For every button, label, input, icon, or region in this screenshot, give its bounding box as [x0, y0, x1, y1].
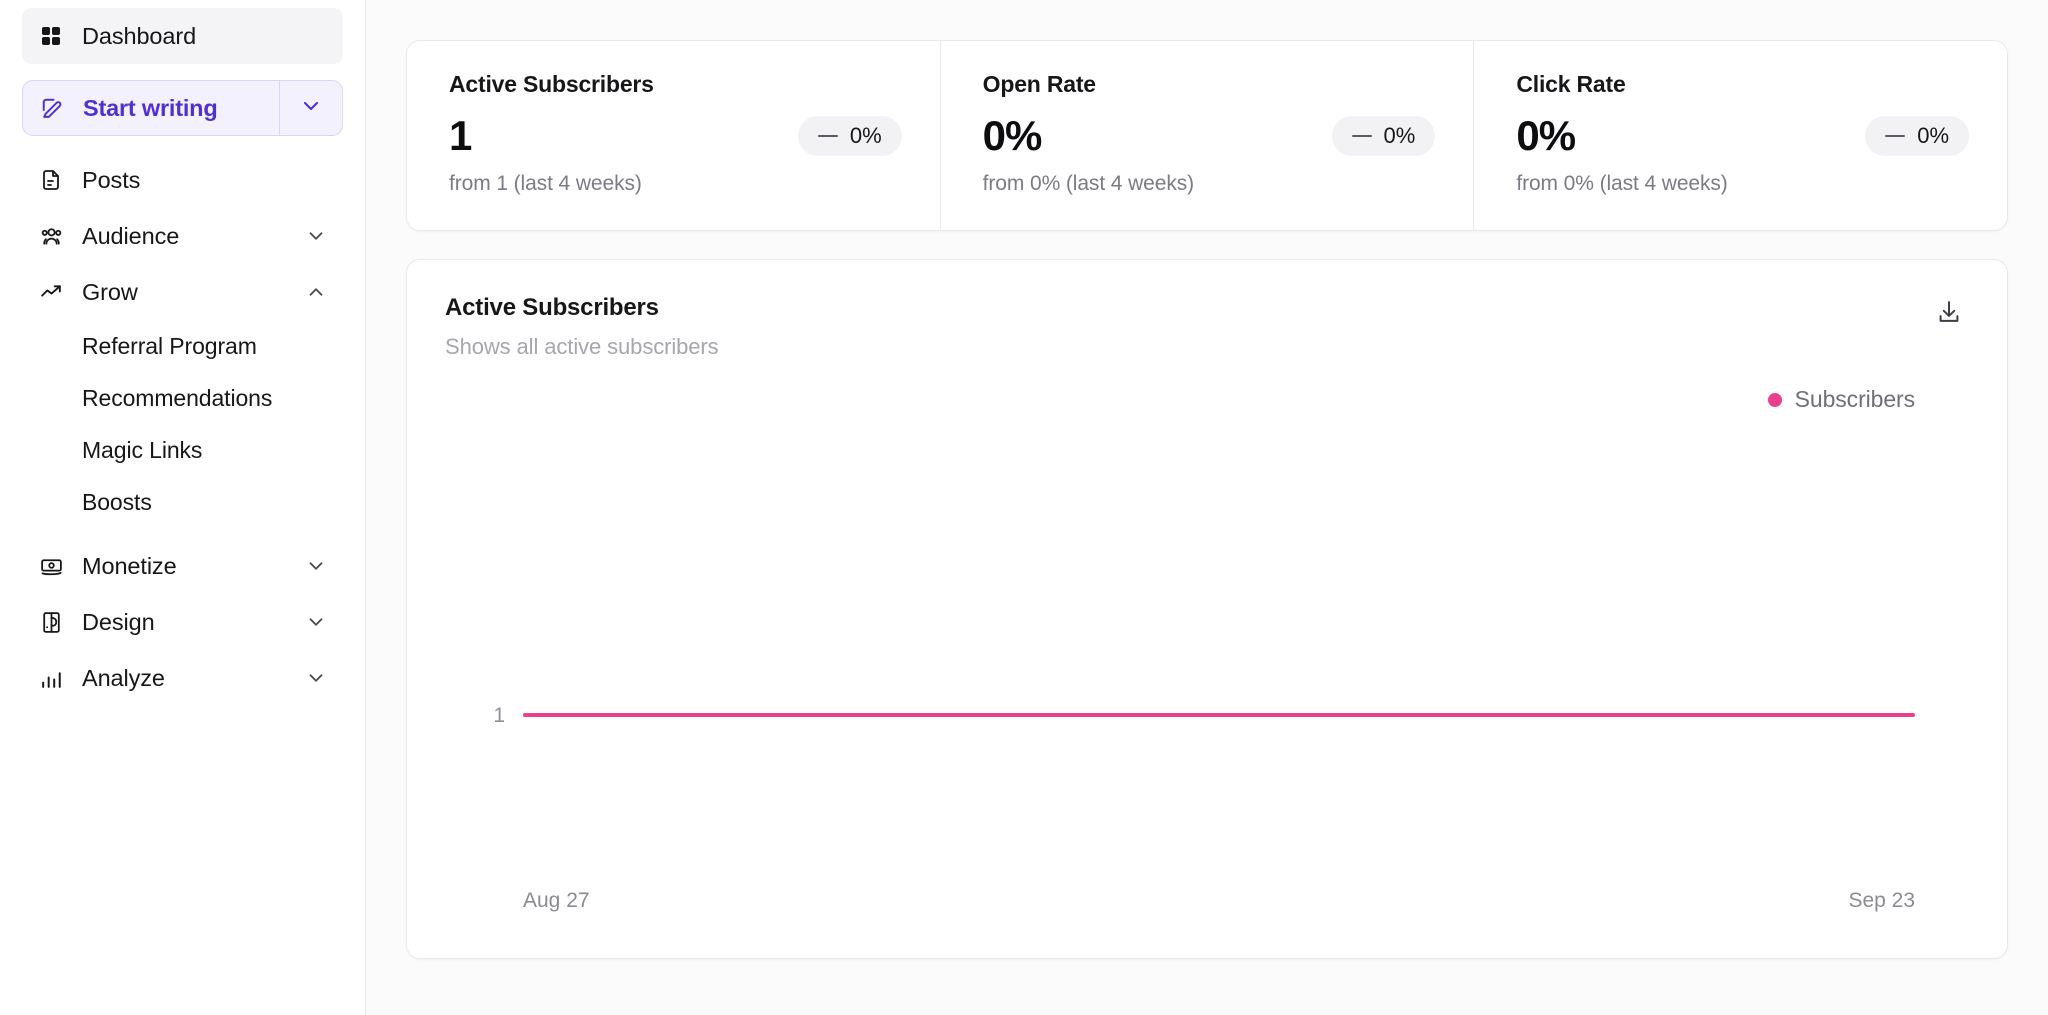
dashboard-app: Dashboard Start writing	[0, 0, 2048, 1015]
chevron-down-icon[interactable]	[305, 667, 327, 689]
stat-title: Click Rate	[1516, 71, 1969, 98]
start-writing-group: Start writing	[22, 80, 343, 136]
sidebar-item-label: Analyze	[82, 665, 165, 692]
chart-header-text: Active Subscribers Shows all active subs…	[445, 294, 719, 360]
sidebar-item-posts[interactable]: Posts	[22, 152, 343, 208]
stat-card-open-rate: Open Rate 0% 0% from 0% (last 4 weeks)	[940, 41, 1474, 230]
y-axis-tick-label: 1	[445, 704, 505, 728]
status-badge: 0%	[1332, 116, 1436, 156]
sidebar-item-dashboard[interactable]: Dashboard	[22, 8, 343, 64]
sidebar-subitem-label: Recommendations	[82, 385, 272, 412]
sidebar-divider-space	[22, 528, 343, 538]
stat-title: Active Subscribers	[449, 71, 902, 98]
stat-value-row: 0% 0%	[983, 114, 1436, 158]
stat-value: 0%	[983, 114, 1042, 158]
users-icon	[38, 223, 64, 249]
x-axis-tick-label-end: Sep 23	[1848, 889, 1915, 913]
status-badge-label: 0%	[850, 123, 882, 149]
chevron-down-icon[interactable]	[305, 555, 327, 577]
chevron-down-icon[interactable]	[305, 611, 327, 633]
sidebar-item-label: Audience	[82, 223, 179, 250]
flat-trend-icon	[1352, 135, 1372, 138]
chevron-up-icon[interactable]	[305, 281, 327, 303]
stat-value: 1	[449, 114, 471, 158]
stat-card-click-rate: Click Rate 0% 0% from 0% (last 4 weeks)	[1473, 41, 2007, 230]
start-writing-button[interactable]: Start writing	[23, 81, 279, 135]
flat-trend-icon	[818, 135, 838, 138]
flat-trend-icon	[1885, 135, 1905, 138]
legend-color-swatch	[1768, 393, 1782, 407]
sidebar-item-label: Posts	[82, 167, 140, 194]
sidebar-item-label: Design	[82, 609, 155, 636]
main-content: Active Subscribers 1 0% from 1 (last 4 w…	[366, 0, 2048, 1015]
stat-subtext: from 0% (last 4 weeks)	[983, 172, 1436, 196]
subscribers-series-line	[523, 713, 1915, 717]
download-button[interactable]	[1929, 294, 1969, 334]
start-writing-label: Start writing	[83, 95, 218, 122]
download-icon	[1935, 298, 1963, 331]
sidebar-subitem-label: Referral Program	[82, 333, 257, 360]
stat-card-active-subscribers: Active Subscribers 1 0% from 1 (last 4 w…	[407, 41, 940, 230]
stat-subtext: from 1 (last 4 weeks)	[449, 172, 902, 196]
x-axis-tick-label-start: Aug 27	[523, 889, 590, 913]
legend-label: Subscribers	[1795, 386, 1915, 413]
sidebar-item-label: Dashboard	[82, 23, 196, 50]
status-badge: 0%	[1865, 116, 1969, 156]
sidebar-item-grow[interactable]: Grow	[22, 264, 343, 320]
sidebar-item-audience[interactable]: Audience	[22, 208, 343, 264]
sidebar: Dashboard Start writing	[0, 0, 366, 1015]
grid-icon	[38, 23, 64, 49]
pencil-square-icon	[39, 95, 65, 121]
bar-chart-icon	[38, 665, 64, 691]
sidebar-subitem-referral-program[interactable]: Referral Program	[22, 320, 343, 372]
chart-title: Active Subscribers	[445, 294, 719, 322]
status-badge-label: 0%	[1917, 123, 1949, 149]
start-writing-dropdown-button[interactable]	[279, 81, 342, 135]
document-icon	[38, 167, 64, 193]
chevron-down-icon[interactable]	[305, 225, 327, 247]
chevron-down-icon	[299, 94, 323, 123]
chart-legend: Subscribers	[445, 386, 1969, 413]
sidebar-subitem-label: Magic Links	[82, 437, 202, 464]
sidebar-item-label: Monetize	[82, 553, 177, 580]
sidebar-subitem-label: Boosts	[82, 489, 152, 516]
sidebar-item-design[interactable]: Design	[22, 594, 343, 650]
x-axis: Aug 27 Sep 23	[523, 889, 1915, 913]
banknote-icon	[38, 553, 64, 579]
stat-title: Open Rate	[983, 71, 1436, 98]
stat-subtext: from 0% (last 4 weeks)	[1516, 172, 1969, 196]
sidebar-subitem-recommendations[interactable]: Recommendations	[22, 372, 343, 424]
chart-subtitle: Shows all active subscribers	[445, 334, 719, 360]
sidebar-item-analyze[interactable]: Analyze	[22, 650, 343, 706]
sidebar-item-monetize[interactable]: Monetize	[22, 538, 343, 594]
chart-header: Active Subscribers Shows all active subs…	[445, 294, 1969, 360]
stats-summary-card: Active Subscribers 1 0% from 1 (last 4 w…	[406, 40, 2008, 231]
sidebar-subitem-magic-links[interactable]: Magic Links	[22, 424, 343, 476]
stat-value: 0%	[1516, 114, 1575, 158]
status-badge-label: 0%	[1384, 123, 1416, 149]
stat-value-row: 1 0%	[449, 114, 902, 158]
palette-icon	[38, 609, 64, 635]
trending-up-icon	[38, 279, 64, 305]
status-badge: 0%	[798, 116, 902, 156]
sidebar-subitem-boosts[interactable]: Boosts	[22, 476, 343, 528]
sidebar-item-label: Grow	[82, 279, 138, 306]
chart-plot-area: 1 Aug 27 Sep 23	[445, 423, 1969, 923]
stat-value-row: 0% 0%	[1516, 114, 1969, 158]
active-subscribers-chart-card: Active Subscribers Shows all active subs…	[406, 259, 2008, 959]
